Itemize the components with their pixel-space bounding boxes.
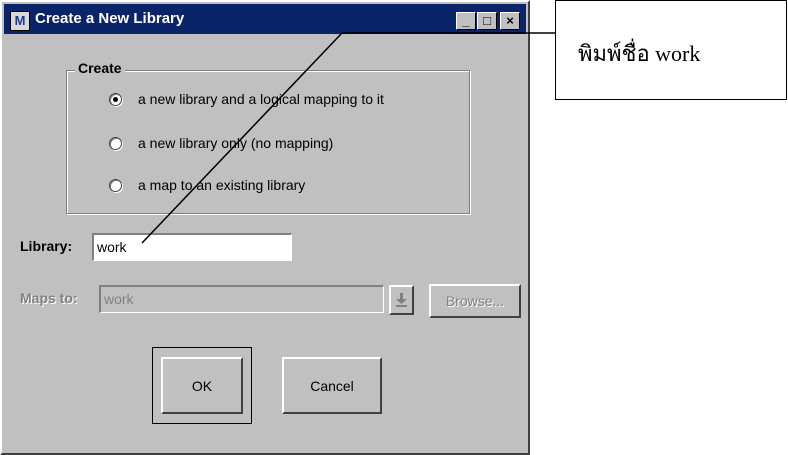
title-bar[interactable]: M Create a New Library _ □ ×: [4, 4, 526, 34]
radio-label: a new library and a logical mapping to i…: [138, 91, 384, 107]
download-arrow-icon: [396, 293, 407, 307]
annotation-callout-box: พิมพ์ชื่อ work: [555, 0, 787, 100]
cancel-button[interactable]: Cancel: [282, 357, 382, 414]
maximize-button[interactable]: □: [477, 12, 497, 30]
maps-to-label: Maps to:: [20, 290, 78, 306]
radio-button[interactable]: [109, 136, 122, 150]
radio-label: a new library only (no mapping): [138, 135, 334, 151]
minimize-button[interactable]: _: [456, 12, 476, 30]
radio-button-selected[interactable]: [109, 92, 122, 106]
annotation-text: พิมพ์ชื่อ work: [578, 41, 701, 66]
app-icon: M: [10, 11, 30, 31]
create-group-legend: Create: [75, 60, 125, 76]
radio-button[interactable]: [109, 178, 122, 192]
library-input[interactable]: work: [92, 233, 292, 261]
browse-button[interactable]: Browse...: [429, 284, 521, 318]
radio-option-library-only[interactable]: a new library only (no mapping): [109, 133, 333, 153]
maps-to-dropdown-button[interactable]: [389, 285, 414, 315]
window-title: Create a New Library: [35, 10, 185, 27]
radio-dot: [113, 96, 118, 102]
radio-label: a map to an existing library: [138, 177, 306, 193]
maps-to-input[interactable]: work: [99, 285, 384, 313]
close-button[interactable]: ×: [500, 12, 520, 30]
library-label: Library:: [20, 238, 73, 254]
radio-option-library-and-mapping[interactable]: a new library and a logical mapping to i…: [109, 89, 384, 109]
radio-option-map-existing[interactable]: a map to an existing library: [109, 175, 305, 195]
ok-button[interactable]: OK: [161, 357, 243, 414]
